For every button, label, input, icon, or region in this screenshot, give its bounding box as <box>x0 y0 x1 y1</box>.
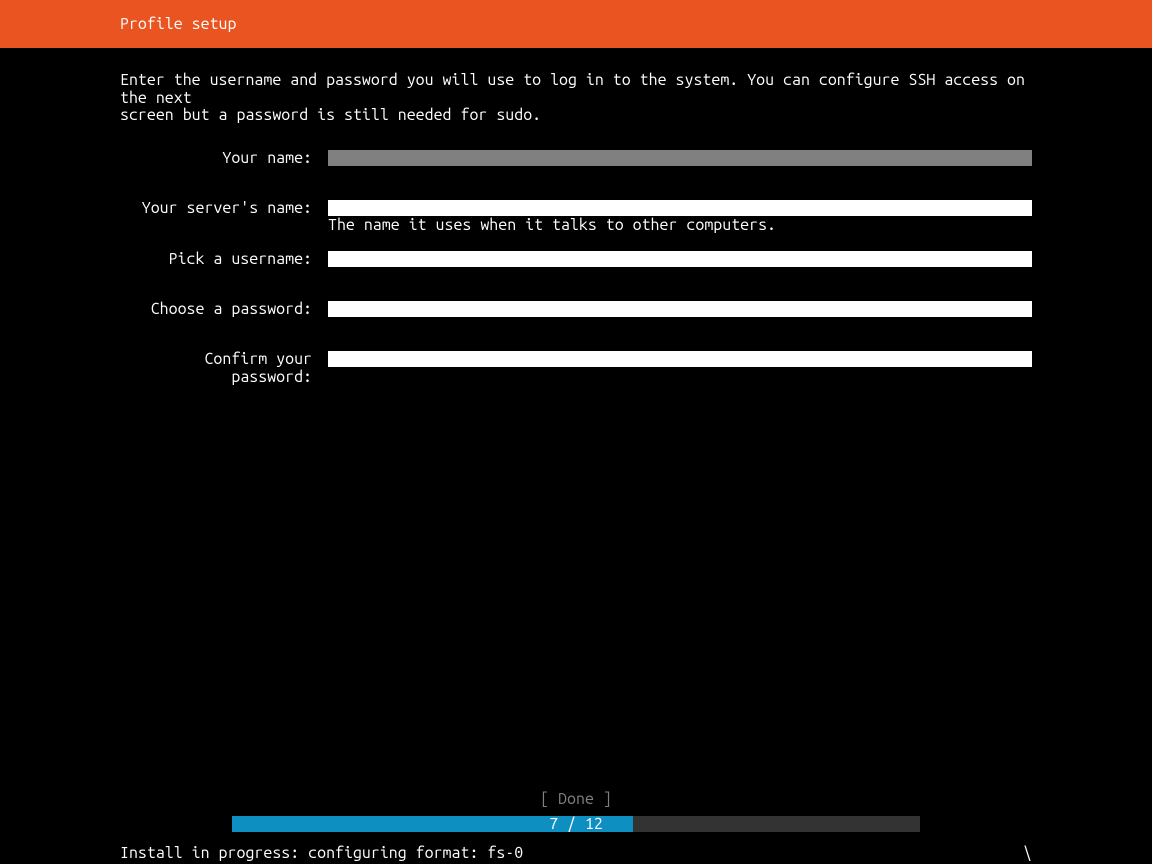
spinner-icon: \ <box>1023 844 1032 862</box>
confirm-password-label: Confirm your password: <box>120 350 312 386</box>
form-row-password: Choose a password: <box>120 300 1032 318</box>
status-text: Install in progress: configuring format:… <box>120 844 523 862</box>
header: Profile setup <box>0 0 1152 48</box>
status-row: Install in progress: configuring format:… <box>0 844 1152 864</box>
confirm-password-input-wrap <box>328 350 1032 386</box>
password-label: Choose a password: <box>120 300 312 318</box>
description-text: Enter the username and password you will… <box>120 72 1032 125</box>
server-name-help: The name it uses when it talks to other … <box>328 217 1032 235</box>
form-row-server-name: Your server's name: The name it uses whe… <box>120 199 1032 235</box>
confirm-password-input[interactable] <box>328 351 1032 367</box>
form-row-confirm-password: Confirm your password: <box>120 350 1032 386</box>
progress-text: 7 / 12 <box>232 815 920 833</box>
done-row: [ Done ] <box>0 790 1152 808</box>
done-button[interactable]: [ Done ] <box>540 790 612 808</box>
password-input-wrap <box>328 300 1032 318</box>
server-name-input-wrap: The name it uses when it talks to other … <box>328 199 1032 235</box>
name-input[interactable] <box>328 150 1032 166</box>
page-title: Profile setup <box>120 15 236 33</box>
username-input[interactable] <box>328 251 1032 267</box>
name-input-wrap <box>328 149 1032 167</box>
username-input-wrap <box>328 250 1032 268</box>
form-row-username: Pick a username: <box>120 250 1032 268</box>
password-input[interactable] <box>328 301 1032 317</box>
server-name-input[interactable] <box>328 200 1032 216</box>
server-name-label: Your server's name: <box>120 199 312 235</box>
content-area: Enter the username and password you will… <box>0 48 1152 386</box>
progress-bar: 7 / 12 <box>232 816 920 832</box>
name-label: Your name: <box>120 149 312 167</box>
username-label: Pick a username: <box>120 250 312 268</box>
form-row-name: Your name: <box>120 149 1032 167</box>
